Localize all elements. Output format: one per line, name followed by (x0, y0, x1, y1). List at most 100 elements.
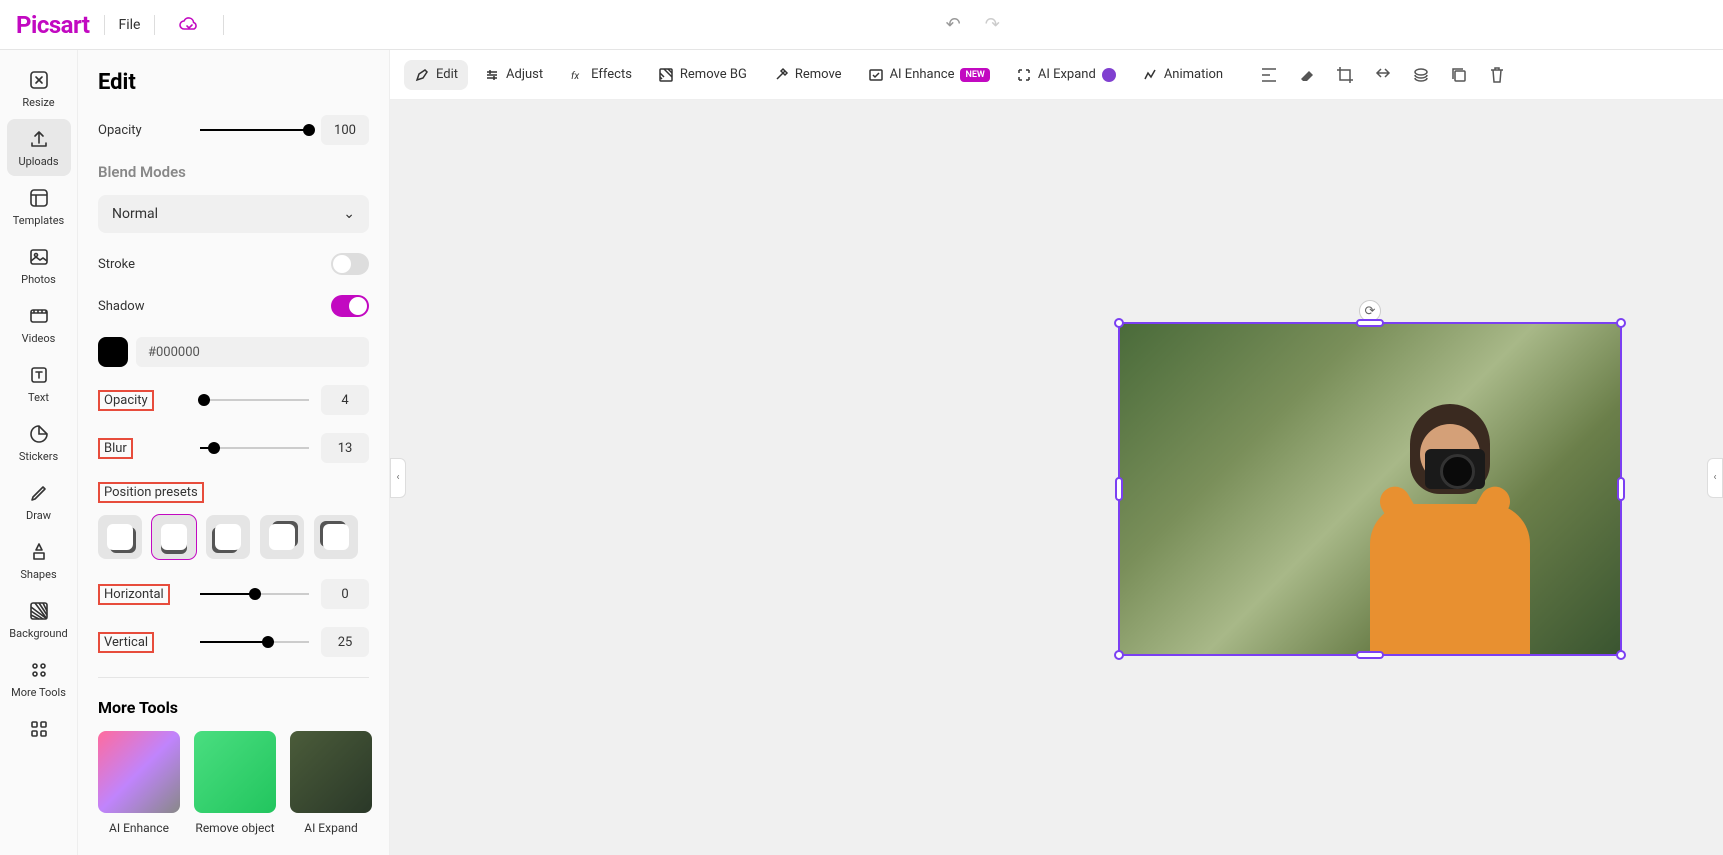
effects-icon: fx (569, 67, 585, 83)
resize-handle-l[interactable] (1115, 477, 1123, 501)
tool-animation[interactable]: Animation (1132, 60, 1233, 90)
cloud-sync-icon[interactable] (179, 17, 199, 33)
rail-label: Videos (22, 332, 56, 345)
canvas-area: Edit Adjust fx Effects Remove BG Remove … (390, 50, 1723, 855)
trash-icon[interactable] (1487, 65, 1507, 85)
vertical-slider[interactable] (200, 634, 309, 650)
chevron-down-icon: ⌄ (343, 206, 355, 222)
eraser-icon[interactable] (1297, 65, 1317, 85)
rail-resize[interactable]: Resize (7, 60, 71, 117)
vertical-value[interactable]: 25 (321, 627, 369, 657)
resize-handle-bl[interactable] (1114, 650, 1124, 660)
redo-icon[interactable]: ↷ (985, 14, 1000, 35)
tool-label: Remove (795, 67, 842, 82)
upload-icon (27, 127, 51, 151)
templates-icon (27, 186, 51, 210)
opacity-value[interactable]: 100 (321, 115, 369, 145)
resize-handle-t[interactable] (1356, 319, 1384, 327)
shadow-toggle[interactable] (331, 295, 369, 317)
edit-panel: Edit Opacity 100 Blend Modes Normal ⌄ St… (78, 50, 390, 855)
tool-remove[interactable]: Remove (763, 60, 852, 90)
tool-label: Animation (1164, 67, 1223, 82)
resize-handle-br[interactable] (1616, 650, 1626, 660)
shadow-color-swatch[interactable] (98, 337, 128, 367)
resize-handle-b[interactable] (1356, 651, 1384, 659)
tool-remove-object[interactable]: Remove object (194, 731, 276, 835)
rail-label: Draw (26, 509, 51, 522)
rail-label: Background (9, 627, 67, 640)
more-tools-icon (27, 658, 51, 682)
selected-image[interactable]: ⟳ (1118, 322, 1622, 656)
tool-ai-expand[interactable]: AI Expand (1006, 60, 1126, 90)
crop-icon[interactable] (1335, 65, 1355, 85)
tool-label: Edit (436, 67, 458, 82)
position-presets-label: Position presets (98, 482, 204, 503)
left-rail: Resize Uploads Templates Photos Videos T… (0, 50, 78, 855)
rail-shapes[interactable]: Shapes (7, 532, 71, 589)
tool-label: Remove BG (680, 67, 747, 82)
preset-bottom[interactable] (152, 515, 196, 559)
stroke-toggle[interactable] (331, 253, 369, 275)
resize-handle-tl[interactable] (1114, 318, 1124, 328)
horizontal-value[interactable]: 0 (321, 579, 369, 609)
tool-label: Effects (591, 67, 632, 82)
rail-text[interactable]: Text (7, 355, 71, 412)
tool-effects[interactable]: fx Effects (559, 60, 642, 90)
tool-adjust[interactable]: Adjust (474, 60, 553, 90)
videos-icon (27, 304, 51, 328)
rail-stickers[interactable]: Stickers (7, 414, 71, 471)
canvas[interactable]: ‹ ‹ ⟳ (390, 100, 1723, 855)
badge-dot (1102, 68, 1116, 82)
remove-icon (773, 67, 789, 83)
preset-bottom-left[interactable] (98, 515, 142, 559)
shadow-opacity-slider[interactable] (200, 392, 309, 408)
resize-handle-tr[interactable] (1616, 318, 1626, 328)
rail-label: Photos (21, 273, 56, 286)
rail-background[interactable]: Background (7, 591, 71, 648)
horizontal-slider[interactable] (200, 586, 309, 602)
new-badge: NEW (960, 68, 989, 82)
rail-uploads[interactable]: Uploads (7, 119, 71, 176)
layers-icon[interactable] (1411, 65, 1431, 85)
rail-videos[interactable]: Videos (7, 296, 71, 353)
collapse-panel-tab[interactable]: ‹ (390, 458, 406, 498)
logo[interactable]: Picsart (16, 11, 90, 39)
flip-icon[interactable] (1373, 65, 1393, 85)
tool-ai-expand[interactable]: AI Expand (290, 731, 372, 835)
opacity-slider[interactable] (200, 122, 309, 138)
rail-apps[interactable] (7, 709, 71, 749)
duplicate-icon[interactable] (1449, 65, 1469, 85)
expand-panel-tab[interactable]: ‹ (1707, 458, 1723, 498)
canvas-toolbar: Edit Adjust fx Effects Remove BG Remove … (390, 50, 1723, 100)
tool-edit[interactable]: Edit (404, 60, 468, 90)
tool-label: AI Enhance (109, 821, 169, 835)
rail-photos[interactable]: Photos (7, 237, 71, 294)
blend-mode-select[interactable]: Normal ⌄ (98, 195, 369, 233)
preset-bottom-right[interactable] (206, 515, 250, 559)
divider (98, 677, 369, 678)
resize-handle-r[interactable] (1617, 477, 1625, 501)
rail-draw[interactable]: Draw (7, 473, 71, 530)
undo-icon[interactable]: ↶ (946, 14, 961, 35)
tool-ai-enhance[interactable]: AI Enhance (98, 731, 180, 835)
rail-more-tools[interactable]: More Tools (7, 650, 71, 707)
position-presets (98, 515, 369, 559)
shadow-opacity-value[interactable]: 4 (321, 385, 369, 415)
more-tools-title: More Tools (98, 698, 369, 717)
tool-thumb (194, 731, 276, 813)
shadow-color-input[interactable]: #000000 (136, 337, 369, 367)
rail-label: Stickers (19, 450, 58, 463)
text-icon (27, 363, 51, 387)
horizontal-label: Horizontal (98, 584, 170, 605)
align-icon[interactable] (1259, 65, 1279, 85)
preset-top-left[interactable] (260, 515, 304, 559)
file-menu[interactable]: File (119, 17, 141, 33)
tool-remove-bg[interactable]: Remove BG (648, 60, 757, 90)
blur-value[interactable]: 13 (321, 433, 369, 463)
tool-ai-enhance[interactable]: AI Enhance NEW (858, 60, 1000, 90)
blur-slider[interactable] (200, 440, 309, 456)
divider (154, 15, 155, 35)
divider (223, 15, 224, 35)
rail-templates[interactable]: Templates (7, 178, 71, 235)
preset-top-right[interactable] (314, 515, 358, 559)
